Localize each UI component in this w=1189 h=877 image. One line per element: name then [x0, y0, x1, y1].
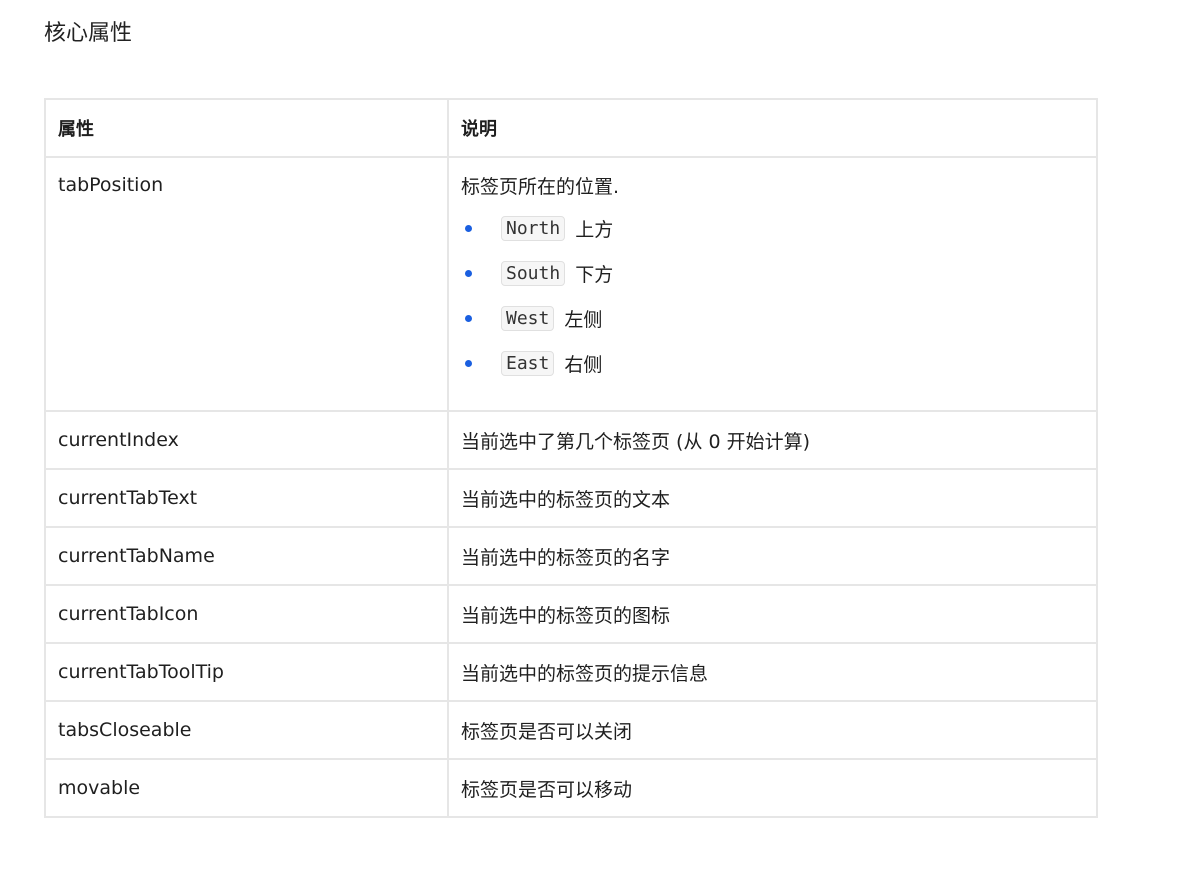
column-header-property: 属性 — [44, 98, 449, 158]
property-description: 当前选中的标签页的提示信息 — [447, 642, 1098, 702]
property-name: currentIndex — [44, 410, 449, 470]
option-label: 左侧 — [564, 309, 603, 331]
table-header-row: 属性 说明 — [44, 98, 1098, 158]
table-row: tabPosition 标签页所在的位置. North 上方 South 下方 — [44, 156, 1098, 412]
list-item: East 右侧 — [461, 341, 1084, 386]
property-name: currentTabName — [44, 526, 449, 586]
table-row: currentTabIcon 当前选中的标签页的图标 — [44, 584, 1098, 644]
property-description: 当前选中了第几个标签页 (从 0 开始计算) — [447, 410, 1098, 470]
option-label: 右侧 — [564, 354, 603, 376]
property-description: 当前选中的标签页的文本 — [447, 468, 1098, 528]
property-name: currentTabIcon — [44, 584, 449, 644]
table-row: movable 标签页是否可以移动 — [44, 758, 1098, 818]
list-item: South 下方 — [461, 251, 1084, 296]
property-name: currentTabText — [44, 468, 449, 528]
property-description: 标签页是否可以关闭 — [447, 700, 1098, 760]
property-description: 标签页所在的位置. North 上方 South 下方 West 左侧 East… — [447, 156, 1098, 412]
bullet-icon — [465, 270, 472, 277]
property-description: 当前选中的标签页的图标 — [447, 584, 1098, 644]
bullet-icon — [465, 360, 472, 367]
table-row: currentTabToolTip 当前选中的标签页的提示信息 — [44, 642, 1098, 702]
property-name: currentTabToolTip — [44, 642, 449, 702]
option-label: 上方 — [575, 219, 614, 241]
bullet-icon — [465, 315, 472, 322]
option-label: 下方 — [575, 264, 614, 286]
table-row: currentTabName 当前选中的标签页的名字 — [44, 526, 1098, 586]
list-item: North 上方 — [461, 206, 1084, 251]
properties-table: 属性 说明 tabPosition 标签页所在的位置. North 上方 Sou… — [44, 98, 1098, 818]
bullet-icon — [465, 225, 472, 232]
section-heading: 核心属性 — [44, 21, 133, 46]
option-code: South — [501, 261, 566, 286]
property-name: tabPosition — [44, 156, 449, 412]
property-description: 当前选中的标签页的名字 — [447, 526, 1098, 586]
option-code: North — [501, 216, 566, 241]
option-list: North 上方 South 下方 West 左侧 East 右侧 — [461, 206, 1084, 386]
option-code: West — [501, 306, 555, 331]
column-header-description: 说明 — [447, 98, 1098, 158]
table-row: tabsCloseable 标签页是否可以关闭 — [44, 700, 1098, 760]
property-description: 标签页是否可以移动 — [447, 758, 1098, 818]
property-name: tabsCloseable — [44, 700, 449, 760]
list-item: West 左侧 — [461, 296, 1084, 341]
property-name: movable — [44, 758, 449, 818]
option-code: East — [501, 351, 555, 376]
table-row: currentIndex 当前选中了第几个标签页 (从 0 开始计算) — [44, 410, 1098, 470]
table-row: currentTabText 当前选中的标签页的文本 — [44, 468, 1098, 528]
description-intro: 标签页所在的位置. — [461, 176, 620, 198]
